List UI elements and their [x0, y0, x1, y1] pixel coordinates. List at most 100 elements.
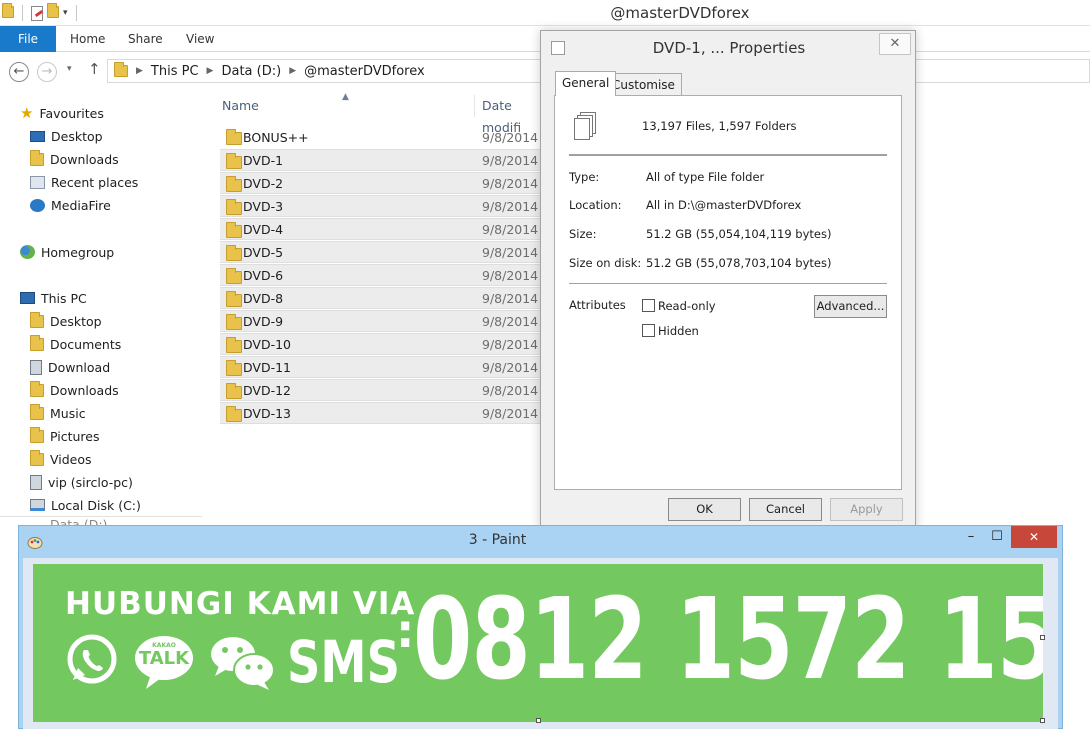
tab-home[interactable]: Home	[70, 26, 105, 52]
folder-icon	[226, 406, 242, 422]
folder-icon	[226, 129, 242, 145]
table-row[interactable]: DVD-5 9/8/2014 6:	[220, 241, 554, 263]
banner-colon: :	[396, 604, 415, 658]
videos-folder-icon	[30, 449, 44, 466]
tab-view[interactable]: View	[186, 26, 214, 52]
recent-locations-icon[interactable]: ▾	[67, 64, 72, 74]
column-header-date[interactable]: Date modifi	[482, 95, 548, 135]
nav-pc-pictures[interactable]: Pictures	[30, 425, 100, 447]
file-name: BONUS++	[243, 129, 309, 145]
breadcrumb-data-d[interactable]: Data (D:)	[221, 64, 281, 79]
table-row[interactable]: DVD-1 9/8/2014 6:	[220, 149, 554, 171]
navigation-pane: ★ Favourites Desktop Downloads Recent pl…	[0, 95, 202, 529]
folder-icon	[226, 245, 242, 261]
apply-button[interactable]: Apply	[830, 498, 903, 521]
computer-icon	[20, 292, 35, 304]
breadcrumb-this-pc[interactable]: This PC	[151, 64, 199, 79]
file-name: DVD-11	[243, 359, 291, 375]
tab-share[interactable]: Share	[128, 26, 163, 52]
table-row[interactable]: DVD-10 9/8/2014 6:	[220, 333, 554, 355]
dialog-title: DVD-1, ... Properties	[652, 39, 806, 57]
up-arrow-icon[interactable]: ↑	[88, 60, 101, 78]
chevron-right-icon: ▶	[136, 66, 143, 76]
type-label: Type:	[569, 170, 600, 184]
close-button[interactable]: ✕	[1011, 526, 1057, 548]
nav-pc-documents[interactable]: Documents	[30, 333, 121, 355]
table-row[interactable]: DVD-6 9/8/2014 7:	[220, 264, 554, 286]
folder-icon	[226, 153, 242, 169]
music-folder-icon	[30, 403, 44, 420]
breadcrumb-current[interactable]: @masterDVDforex	[304, 64, 425, 79]
hidden-label[interactable]: Hidden	[658, 324, 699, 338]
image-canvas[interactable]: HUBUNGI KAMI VIA KAKAO TALK SMS: 0812 1…	[33, 564, 1043, 722]
folder-icon	[226, 291, 242, 307]
ok-button[interactable]: OK	[668, 498, 741, 521]
back-button[interactable]: ←	[9, 62, 29, 82]
explorer-titlebar: ▾ @masterDVDforex	[0, 0, 1090, 26]
cancel-button[interactable]: Cancel	[749, 498, 822, 521]
table-row[interactable]: DVD-12 9/8/2014 7:	[220, 379, 554, 401]
readonly-checkbox[interactable]	[642, 299, 655, 312]
kakao-talk-text: TALK	[138, 648, 190, 669]
nav-fav-downloads[interactable]: Downloads	[30, 148, 119, 170]
nav-pc-local-disk-c[interactable]: Local Disk (C:)	[30, 494, 141, 516]
table-row[interactable]: DVD-3 9/8/2014 6:	[220, 195, 554, 217]
column-header-name[interactable]: Name	[222, 95, 259, 117]
file-name: DVD-6	[243, 267, 284, 283]
resize-handle-corner[interactable]	[1040, 718, 1045, 723]
hidden-checkbox[interactable]	[642, 324, 655, 337]
nav-pc-videos[interactable]: Videos	[30, 448, 92, 470]
file-name: DVD-10	[243, 336, 291, 352]
nav-label: Recent places	[51, 174, 139, 190]
chevron-right-icon: ▶	[289, 66, 297, 76]
nav-homegroup[interactable]: Homegroup	[20, 241, 114, 263]
pictures-folder-icon	[30, 426, 44, 443]
nav-pc-download[interactable]: Download	[30, 356, 110, 378]
file-name: DVD-3	[243, 198, 284, 214]
table-row[interactable]: DVD-8 9/8/2014 6:	[220, 287, 554, 309]
kakaotalk-icon: KAKAO TALK	[133, 634, 195, 690]
file-name: DVD-2	[243, 175, 284, 191]
nav-favourites[interactable]: ★ Favourites	[20, 102, 104, 124]
minimize-button[interactable]: –	[959, 526, 983, 548]
nav-label: Desktop	[51, 128, 103, 144]
nav-pc-desktop[interactable]: Desktop	[30, 310, 102, 332]
nav-label: MediaFire	[51, 197, 111, 213]
nav-fav-desktop[interactable]: Desktop	[30, 125, 103, 147]
folder-icon	[226, 222, 242, 238]
nav-fav-recent-places[interactable]: Recent places	[30, 171, 138, 193]
table-row[interactable]: DVD-2 9/8/2014 7:	[220, 172, 554, 194]
local-disk-icon	[30, 499, 45, 511]
folder-icon	[226, 360, 242, 376]
star-icon: ★	[20, 104, 34, 122]
table-row[interactable]: BONUS++ 9/8/2014 10	[220, 126, 558, 148]
nav-label: Downloads	[50, 151, 119, 167]
table-row[interactable]: DVD-9 9/8/2014 7:	[220, 310, 554, 332]
tab-customise[interactable]: Customise	[605, 73, 682, 95]
nav-pc-downloads[interactable]: Downloads	[30, 379, 119, 401]
banner-phone-number: 0812 1572 1527	[413, 575, 1043, 705]
advanced-button[interactable]: Advanced...	[814, 295, 887, 318]
maximize-button[interactable]: ☐	[985, 526, 1009, 548]
nav-label: Downloads	[50, 382, 119, 398]
table-row[interactable]: DVD-4 9/8/2014 6:	[220, 218, 554, 240]
banner-headline: HUBUNGI KAMI VIA	[65, 586, 416, 622]
resize-handle-bottom[interactable]	[536, 718, 541, 723]
nav-label: Homegroup	[41, 244, 115, 260]
tab-file[interactable]: File	[0, 26, 56, 52]
nav-this-pc[interactable]: This PC	[20, 287, 87, 309]
nav-fav-mediafire[interactable]: MediaFire	[30, 194, 111, 216]
tab-general[interactable]: General	[555, 71, 617, 96]
forward-button[interactable]: →	[37, 62, 57, 82]
readonly-label[interactable]: Read-only	[658, 299, 716, 313]
nav-label: This PC	[41, 290, 87, 306]
nav-label: Music	[50, 405, 86, 421]
close-button[interactable]: ✕	[879, 33, 911, 55]
resize-handle-right[interactable]	[1040, 635, 1045, 640]
nav-pc-music[interactable]: Music	[30, 402, 86, 424]
table-row[interactable]: DVD-11 9/8/2014 7:	[220, 356, 554, 378]
sort-ascending-icon: ▲	[342, 92, 349, 102]
nav-pc-vip-sirclo[interactable]: vip (sirclo-pc)	[30, 471, 133, 493]
column-divider[interactable]	[474, 95, 475, 117]
table-row[interactable]: DVD-13 9/8/2014 8:	[220, 402, 554, 424]
